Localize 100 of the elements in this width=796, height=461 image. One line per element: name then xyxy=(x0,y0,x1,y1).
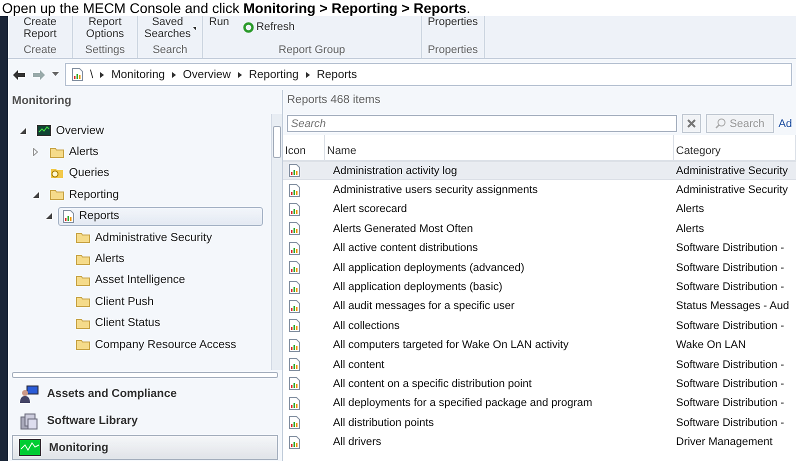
expanded-triangle-icon[interactable] xyxy=(20,128,26,134)
chevron-icon xyxy=(306,72,310,78)
tree-item-label: Overview xyxy=(56,124,104,137)
ribbon-button[interactable]: Run xyxy=(207,16,232,28)
tree-item[interactable]: Asset Intelligence xyxy=(71,271,190,290)
table-cell-text: Software Distribution - xyxy=(675,241,786,256)
monitor-chart-icon xyxy=(19,439,41,456)
table-cell-text: Software Distribution - xyxy=(675,376,786,392)
table-cell-text: Status Messages - Aud xyxy=(675,299,790,314)
tree-item[interactable]: Alerts xyxy=(71,250,130,268)
table-cell-text: All content on a specific distribution point xyxy=(332,376,533,392)
tree-item-label: Client Push xyxy=(95,296,154,308)
ribbon-button[interactable]: Report Options xyxy=(77,16,133,40)
user-computer-icon xyxy=(19,384,39,402)
tree-item[interactable]: Client Status xyxy=(71,314,166,332)
tree-item[interactable]: Company Resource Access xyxy=(71,336,242,354)
report-icon xyxy=(289,396,300,410)
collapsed-triangle-icon[interactable] xyxy=(33,148,38,156)
chevron-icon xyxy=(172,72,176,78)
add-link[interactable]: Ad xyxy=(778,118,792,130)
table-cell-text: Alerts xyxy=(675,202,706,218)
table-cell-text: Driver Management xyxy=(675,435,774,450)
folder-icon xyxy=(76,254,90,265)
table-cell-text: Alerts Generated Most Often xyxy=(332,222,474,237)
workspace-button[interactable]: Software Library xyxy=(12,408,278,433)
table-cell-text: Alerts xyxy=(675,222,706,237)
table-cell-text: Software Distribution - xyxy=(675,396,786,412)
tree-item[interactable]: Queries xyxy=(45,164,114,182)
breadcrumb-item[interactable]: Monitoring xyxy=(111,68,165,80)
clear-button[interactable] xyxy=(682,114,701,133)
ribbon-group-label: Search xyxy=(152,44,188,58)
table-cell-text: Administrative Security xyxy=(675,183,789,198)
tree-item-label: Reports xyxy=(79,210,120,222)
refresh-icon xyxy=(243,22,254,32)
library-stack-icon xyxy=(19,412,39,430)
instruction-caption: Open up the MECM Console and click Monitoring > Reporting > Reports. xyxy=(1,0,472,16)
table-cell-text: All active content distributions xyxy=(332,241,479,256)
tree-item-label: Reporting xyxy=(69,188,119,201)
table-cell-text: Administrative users security assignments xyxy=(332,183,539,198)
report-icon xyxy=(289,202,300,216)
report-icon xyxy=(289,184,300,197)
splitter-handle[interactable] xyxy=(12,372,278,378)
folder-icon xyxy=(76,296,90,308)
tree-item-label: Company Resource Access xyxy=(95,338,236,351)
folder-icon xyxy=(50,146,64,158)
folder-icon xyxy=(76,339,90,350)
search-icon xyxy=(714,118,726,129)
table-cell-text: Administrative Security xyxy=(675,164,789,179)
report-icon xyxy=(289,338,300,352)
table-cell-text: Software Distribution - xyxy=(675,280,786,296)
scrollbar[interactable] xyxy=(271,114,282,370)
ribbon-button[interactable]: Properties xyxy=(426,16,480,28)
tree-item[interactable]: Reports xyxy=(58,206,263,226)
table-cell-text: Software Distribution - xyxy=(675,318,786,334)
tree-item[interactable]: Overview xyxy=(32,122,109,140)
table-cell-text: All content xyxy=(332,358,386,373)
table-cell-text: All deployments for a specified package and program xyxy=(332,396,594,412)
table-cell-text: All drivers xyxy=(332,435,382,450)
tree-item-label: Client Status xyxy=(95,317,160,330)
chevron-icon xyxy=(238,72,242,78)
back-arrow-icon[interactable] xyxy=(12,68,26,80)
breadcrumb-item[interactable]: Reports xyxy=(316,68,357,80)
table-cell-text: Software Distribution - xyxy=(675,416,786,431)
ribbon-button[interactable]: Create Report xyxy=(12,16,68,40)
breadcrumb-item[interactable]: Overview xyxy=(182,68,231,80)
dropdown-caret-icon[interactable] xyxy=(52,72,59,77)
report-icon xyxy=(289,319,300,332)
workspace-button[interactable]: Monitoring xyxy=(12,435,278,460)
ribbon-button[interactable]: Saved Searches xyxy=(142,16,198,40)
ribbon-group-label: Properties xyxy=(426,44,479,58)
tree-item[interactable]: Client Push xyxy=(71,292,159,311)
document-icon xyxy=(72,68,83,81)
table-cell-text: All application deployments (basic) xyxy=(332,280,504,296)
table-row[interactable]: Administration activity log Administrative Security xyxy=(283,161,796,180)
ribbon-button[interactable]: Refresh xyxy=(241,21,297,33)
expanded-triangle-icon[interactable] xyxy=(33,192,39,198)
table-cell-text: Software Distribution - xyxy=(675,358,786,373)
expanded-triangle-icon[interactable] xyxy=(46,213,52,220)
report-icon xyxy=(289,261,300,274)
folder-icon xyxy=(50,189,64,200)
folder-icon xyxy=(76,318,90,329)
table-cell-text: All computers targeted for Wake On LAN activity xyxy=(332,338,570,354)
address-bar[interactable]: \ Monitoring Overview Reporting Reports xyxy=(65,63,792,86)
table-cell-text: Alert scorecard xyxy=(332,202,408,218)
table-cell-text: All distribution points xyxy=(332,416,435,431)
report-icon xyxy=(289,280,300,294)
tree-item-label: Alerts xyxy=(69,146,98,158)
search-field[interactable]: Search xyxy=(287,115,677,132)
report-icon xyxy=(289,164,300,178)
table-cell-text: All collections xyxy=(332,318,401,334)
breadcrumb-item[interactable]: \ xyxy=(90,68,94,80)
tree-item-label: Queries xyxy=(69,167,110,180)
workspace-button[interactable]: Assets and Compliance xyxy=(12,381,278,406)
report-icon xyxy=(63,210,74,223)
breadcrumb-item[interactable]: Reporting xyxy=(248,68,299,80)
tree-item[interactable]: Reporting xyxy=(45,186,124,204)
table-cell-text: Software Distribution - xyxy=(675,260,786,276)
report-icon xyxy=(289,416,300,430)
tree-item[interactable]: Administrative Security xyxy=(71,228,217,247)
tree-item[interactable]: Alerts xyxy=(45,143,104,162)
